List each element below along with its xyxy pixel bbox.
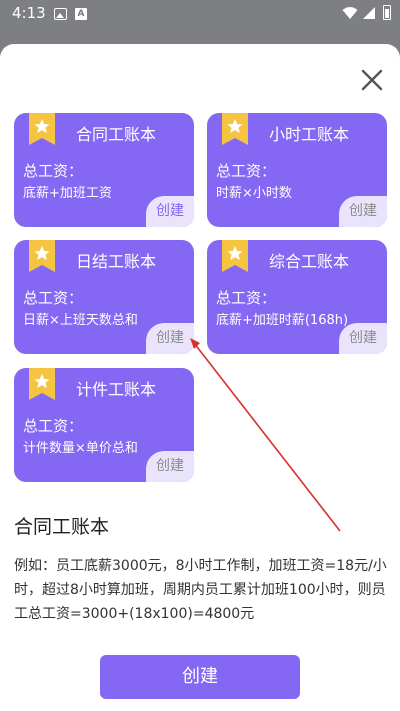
battery-icon [383, 5, 391, 20]
ledger-card-formula: 计件数量×单价总和 [23, 441, 138, 456]
ledger-card-create-button[interactable]: 创建 [146, 451, 194, 482]
ledger-card[interactable]: 综合工账本总工资： 底薪+加班时薪(168h) 创建 [207, 240, 387, 354]
signal-icon [363, 7, 375, 19]
ledger-card-create-button[interactable]: 创建 [339, 323, 387, 354]
ledger-card[interactable]: 计件工账本总工资： 计件数量×单价总和 创建 [14, 368, 194, 482]
ledger-card-create-button[interactable]: 创建 [146, 196, 194, 227]
a-icon: A [75, 8, 87, 20]
star-ribbon-icon [29, 240, 55, 272]
detail-title: 合同工账本 [14, 516, 110, 538]
star-ribbon-icon [222, 240, 248, 272]
ledger-card-formula: 底薪+加班时薪(168h) [216, 313, 349, 328]
detail-description: 例如：员工底薪3000元，8小时工作制，加班工资=18元/小时，超过8小时算加班… [14, 558, 387, 622]
ledger-card-title: 综合工账本 [269, 252, 350, 271]
ledger-card-title: 日结工账本 [76, 252, 157, 271]
ledger-card[interactable]: 合同工账本总工资： 底薪+加班工资创建 [14, 113, 194, 227]
ledger-card-title: 计件工账本 [76, 380, 157, 399]
ledger-card-title: 小时工账本 [269, 125, 350, 144]
create-button[interactable]: 创建 [100, 655, 300, 699]
status-time: 4:13 [12, 4, 46, 22]
ledger-card-formula: 日薪×上班天数总和 [23, 313, 138, 328]
ledger-card-formula: 时薪×小时数 [216, 186, 292, 201]
ledger-card-salary-label: 总工资： [216, 289, 277, 307]
bottom-sheet: 合同工账本 总工资： 底薪+加班工资 创建 小时工账本 总工资： 时薪×小时数 创建 日结工账本… [0, 44, 400, 711]
ledger-card[interactable]: 小时工账本总工资： 时薪×小时数创建 [207, 113, 387, 227]
ledger-card-salary-label: 总工资： [23, 162, 84, 180]
star-ribbon-icon [29, 368, 55, 400]
ledger-card-salary-label: 总工资： [23, 417, 84, 435]
ledger-card-create-button[interactable]: 创建 [146, 323, 194, 354]
ledger-card-salary-label: 总工资： [23, 289, 84, 307]
close-icon[interactable] [358, 66, 386, 94]
wifi-icon [342, 7, 358, 19]
ledger-card-formula: 底薪+加班工资 [23, 186, 112, 201]
star-ribbon-icon [29, 113, 55, 145]
ledger-card[interactable]: 日结工账本总工资： 日薪×上班天数总和 创建 [14, 240, 194, 354]
ledger-card-title: 合同工账本 [76, 125, 157, 144]
image-icon [54, 8, 67, 20]
ledger-card-create-button[interactable]: 创建 [339, 196, 387, 227]
status-bar: 4:13 A [0, 0, 400, 28]
ledger-card-salary-label: 总工资： [216, 162, 277, 180]
star-ribbon-icon [222, 113, 248, 145]
